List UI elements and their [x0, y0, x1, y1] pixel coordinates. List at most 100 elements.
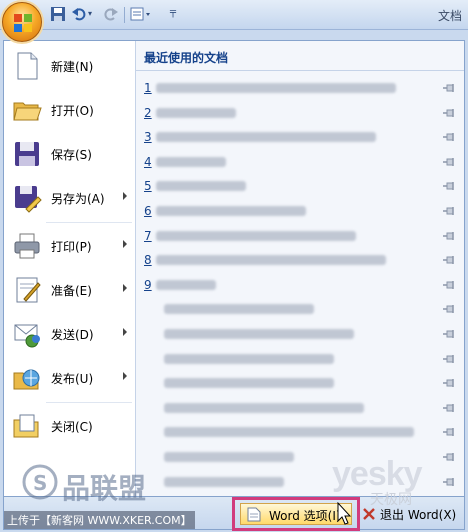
pin-icon[interactable]	[442, 180, 456, 192]
recent-document-name-blurred	[156, 132, 376, 142]
quick-access-menu-icon[interactable]: ╤	[170, 7, 180, 25]
recent-document-item[interactable]: 9	[136, 274, 464, 296]
submenu-arrow-icon	[123, 284, 127, 292]
recent-document-name-blurred	[164, 329, 354, 339]
recent-document-name-blurred	[156, 280, 216, 290]
menu-item-save[interactable]: 保存(S)	[4, 133, 135, 175]
recent-document-item[interactable]: 7	[136, 225, 464, 247]
menu-item-publish[interactable]: 发布(U)	[4, 357, 135, 399]
open-folder-icon	[13, 102, 42, 121]
svg-text:品联盟: 品联盟	[62, 472, 146, 505]
recent-document-name-blurred	[156, 231, 356, 241]
toolbar-divider	[124, 7, 125, 23]
submenu-arrow-icon	[123, 240, 127, 248]
pin-icon[interactable]	[442, 328, 456, 340]
svg-text:S: S	[33, 471, 47, 495]
menu-item-label: 另存为(A)	[51, 192, 105, 206]
pin-icon[interactable]	[442, 205, 456, 217]
send-icon	[14, 324, 40, 348]
recent-document-item[interactable]	[136, 421, 464, 443]
recent-document-item[interactable]	[136, 372, 464, 394]
menu-item-label: 关闭(C)	[51, 420, 93, 434]
watermark-logo-icon: S 品联盟	[22, 464, 146, 505]
menu-item-prepare[interactable]: 准备(E)	[4, 269, 135, 311]
recent-document-name-blurred	[164, 427, 414, 437]
prepare-icon	[16, 277, 41, 303]
customize-icon[interactable]	[130, 6, 152, 24]
redo-icon[interactable]	[104, 6, 118, 24]
recent-document-number: 5	[144, 179, 152, 193]
recent-document-name-blurred	[156, 83, 396, 93]
menu-item-save-as[interactable]: 另存为(A)	[4, 177, 135, 219]
recent-document-item[interactable]: 4	[136, 151, 464, 173]
office-logo-icon	[14, 14, 32, 32]
recent-document-name-blurred	[156, 157, 226, 167]
recent-document-number: 6	[144, 204, 152, 218]
options-document-icon	[247, 507, 261, 522]
close-folder-icon	[13, 414, 39, 438]
command-pane: 新建(N) 打开(O) 保存(S) 另存为(A) 打印(P) 准备(E) 发送(…	[4, 41, 136, 496]
pin-icon[interactable]	[442, 156, 456, 168]
recent-document-item[interactable]: 1	[136, 77, 464, 99]
watermark-caption: 上传于【新客网 WWW.XKER.COM】	[4, 511, 195, 529]
recent-document-item[interactable]	[136, 323, 464, 345]
save-as-icon	[15, 186, 42, 213]
recent-document-item[interactable]	[136, 298, 464, 320]
recent-document-item[interactable]: 5	[136, 175, 464, 197]
pin-icon[interactable]	[442, 426, 456, 438]
pin-icon[interactable]	[442, 303, 456, 315]
recent-document-name-blurred	[156, 108, 236, 118]
window-title: 文档	[437, 9, 462, 23]
recent-document-number: 3	[144, 130, 152, 144]
recent-document-item[interactable]: 2	[136, 102, 464, 124]
recent-document-item[interactable]: 8	[136, 249, 464, 271]
recent-document-name-blurred	[156, 255, 386, 265]
recent-document-number: 9	[144, 278, 152, 292]
pin-icon[interactable]	[442, 82, 456, 94]
new-document-icon	[17, 52, 38, 80]
recent-document-item[interactable]: 3	[136, 126, 464, 148]
menu-item-send[interactable]: 发送(D)	[4, 313, 135, 355]
recent-document-number: 2	[144, 106, 152, 120]
menu-divider	[46, 222, 132, 223]
recent-document-name-blurred	[164, 378, 334, 388]
save-icon[interactable]	[50, 6, 66, 24]
publish-icon	[13, 369, 40, 390]
recent-documents-header: 最近使用的文档	[136, 41, 464, 71]
recent-document-item[interactable]	[136, 348, 464, 370]
menu-item-label: 发送(D)	[51, 328, 94, 342]
pin-icon[interactable]	[442, 377, 456, 389]
pin-icon[interactable]	[442, 230, 456, 242]
menu-item-print[interactable]: 打印(P)	[4, 225, 135, 267]
undo-dropdown-icon[interactable]: ▾	[88, 9, 96, 27]
undo-icon[interactable]	[72, 6, 86, 24]
menu-item-open[interactable]: 打开(O)	[4, 89, 135, 131]
menu-item-close[interactable]: 关闭(C)	[4, 405, 135, 447]
pin-icon[interactable]	[442, 402, 456, 414]
submenu-arrow-icon	[123, 372, 127, 380]
submenu-arrow-icon	[123, 328, 127, 336]
recent-document-name-blurred	[156, 181, 246, 191]
office-button[interactable]	[2, 2, 42, 42]
menu-item-label: 打开(O)	[51, 104, 94, 118]
recent-document-name-blurred	[156, 206, 306, 216]
floppy-save-icon	[15, 142, 39, 166]
recent-document-number: 1	[144, 81, 152, 95]
pin-icon[interactable]	[442, 279, 456, 291]
recent-document-name-blurred	[164, 403, 364, 413]
pin-icon[interactable]	[442, 254, 456, 266]
menu-item-new[interactable]: 新建(N)	[4, 45, 135, 87]
watermark-left: S 品联盟 上传于【新客网 WWW.XKER.COM】	[0, 460, 230, 532]
recent-documents-pane: 最近使用的文档 1 2 3 4 5 6 7 8 9	[136, 41, 464, 496]
submenu-arrow-icon	[123, 192, 127, 200]
recent-document-item[interactable]	[136, 397, 464, 419]
pin-icon[interactable]	[442, 353, 456, 365]
recent-document-item[interactable]: 6	[136, 200, 464, 222]
recent-document-number: 7	[144, 229, 152, 243]
pin-icon[interactable]	[442, 107, 456, 119]
recent-document-name-blurred	[164, 304, 314, 314]
title-bar: ▾ ╤ 文档	[0, 0, 468, 30]
watermark-brand-sub: 天极网	[370, 492, 412, 508]
pin-icon[interactable]	[442, 131, 456, 143]
recent-document-number: 8	[144, 253, 152, 267]
